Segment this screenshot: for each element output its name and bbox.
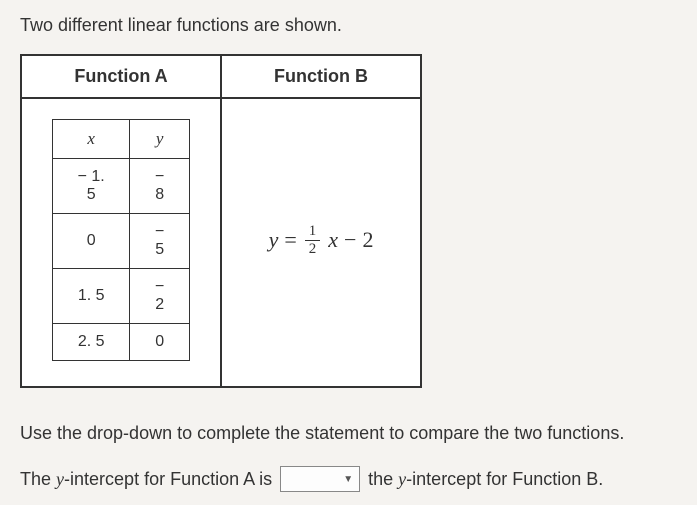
- function-a-content: x y − 1. 5 − 8 0 − 5 1. 5 − 2: [21, 98, 221, 387]
- function-a-table: x y − 1. 5 − 8 0 − 5 1. 5 − 2: [52, 119, 190, 361]
- cell-y: − 2: [130, 269, 190, 324]
- equation-constant: 2: [362, 227, 373, 253]
- function-b-equation: y = 1 2 x − 2: [252, 119, 390, 361]
- table-row: 2. 5 0: [53, 324, 190, 361]
- instruction-text: Use the drop-down to complete the statem…: [20, 423, 677, 444]
- function-b-header: Function B: [221, 55, 421, 98]
- table-header-y: y: [130, 120, 190, 159]
- cell-x: 1. 5: [53, 269, 130, 324]
- function-b-content: y = 1 2 x − 2: [221, 98, 421, 387]
- equation-minus: −: [344, 227, 356, 253]
- comparison-dropdown[interactable]: ▼: [280, 466, 360, 492]
- functions-container: Function A Function B x y − 1. 5 − 8 0 −: [20, 54, 422, 388]
- statement-row: The y-intercept for Function A is ▼ the …: [20, 466, 677, 492]
- text: -intercept for Function B.: [406, 469, 603, 489]
- text: the: [368, 469, 398, 489]
- cell-y: − 8: [130, 159, 190, 214]
- equation-x: x: [328, 227, 338, 253]
- equation-fraction: 1 2: [305, 224, 321, 257]
- y-var: y: [56, 469, 64, 489]
- function-a-header: Function A: [21, 55, 221, 98]
- table-header-x: x: [53, 120, 130, 159]
- fraction-numerator: 1: [305, 224, 321, 241]
- statement-part1: The y-intercept for Function A is: [20, 469, 272, 490]
- y-var: y: [398, 469, 406, 489]
- intro-text: Two different linear functions are shown…: [20, 15, 677, 36]
- fraction-denominator: 2: [305, 241, 321, 257]
- text: -intercept for Function A is: [64, 469, 272, 489]
- cell-y: − 5: [130, 214, 190, 269]
- equation-lhs: y: [269, 227, 279, 253]
- table-row: 1. 5 − 2: [53, 269, 190, 324]
- table-row: − 1. 5 − 8: [53, 159, 190, 214]
- cell-x: − 1. 5: [53, 159, 130, 214]
- statement-part2: the y-intercept for Function B.: [368, 469, 603, 490]
- text: The: [20, 469, 56, 489]
- cell-x: 2. 5: [53, 324, 130, 361]
- cell-y: 0: [130, 324, 190, 361]
- chevron-down-icon: ▼: [343, 474, 353, 485]
- equation-equals: =: [284, 227, 296, 253]
- table-row: 0 − 5: [53, 214, 190, 269]
- cell-x: 0: [53, 214, 130, 269]
